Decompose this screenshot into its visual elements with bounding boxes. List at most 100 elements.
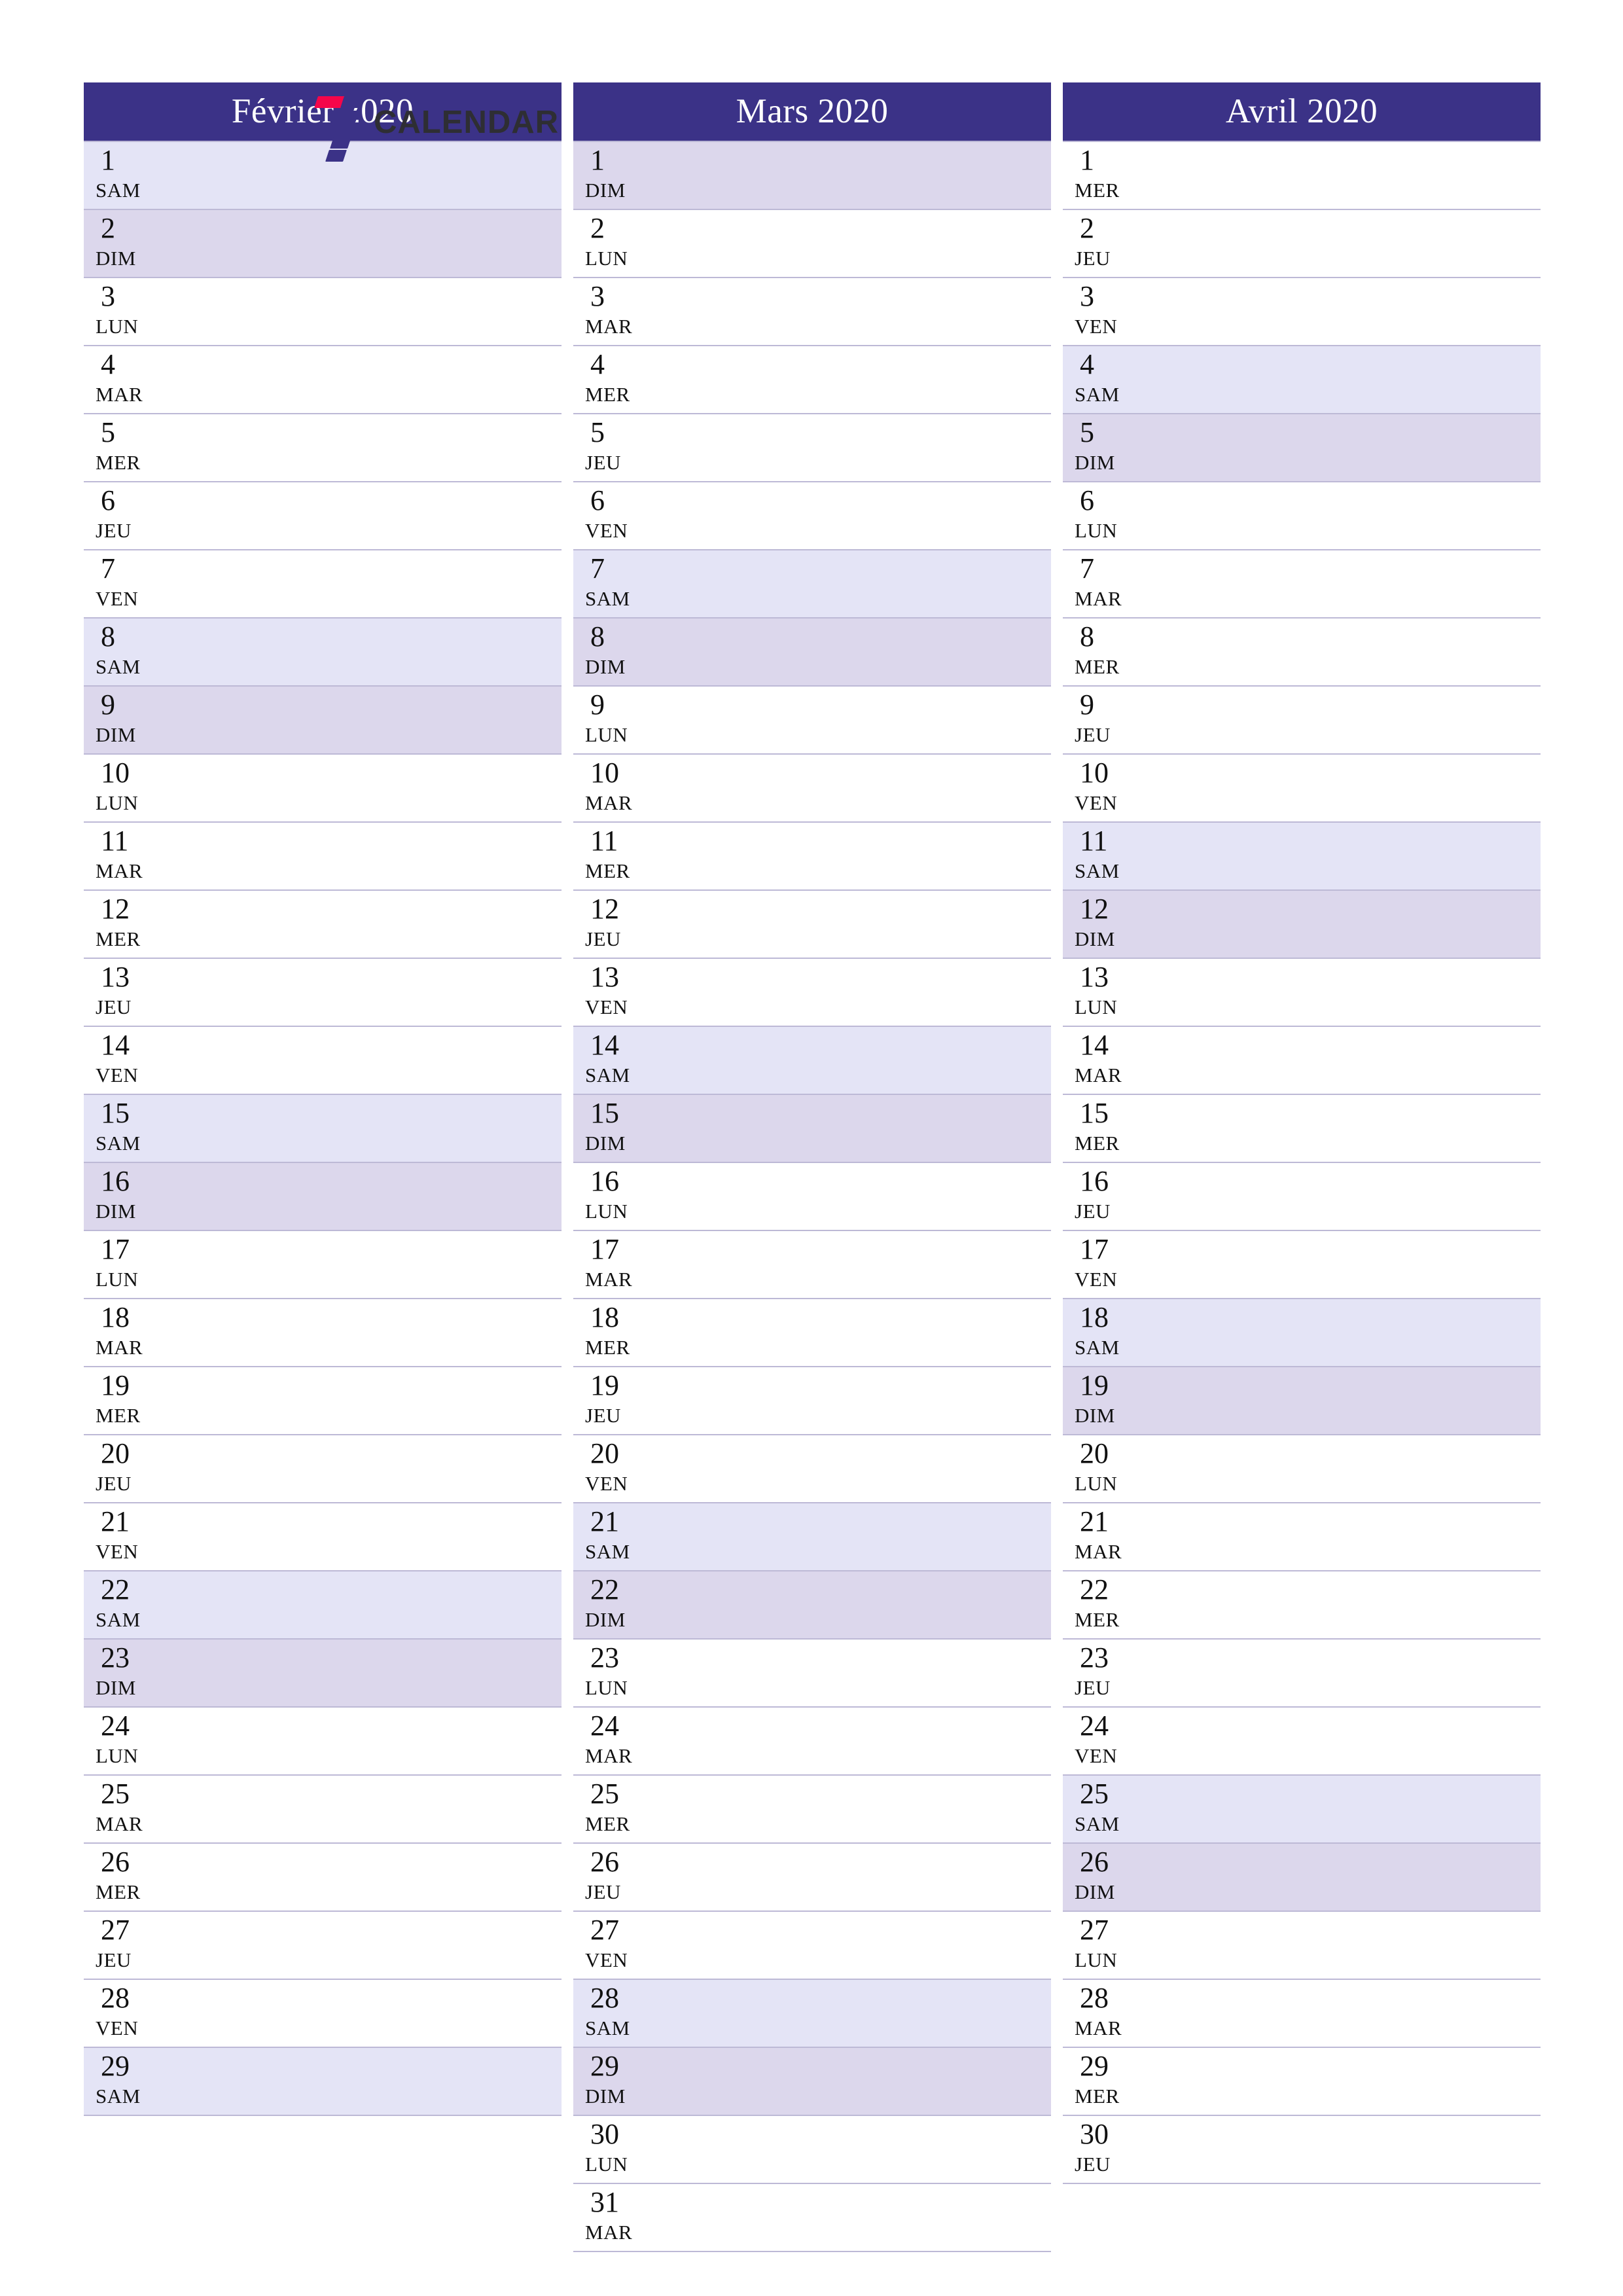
day-row[interactable]: 3 MAR: [573, 278, 1051, 346]
day-row[interactable]: 18 SAM: [1063, 1299, 1541, 1367]
day-number: 26: [101, 1846, 130, 1878]
day-row[interactable]: 21 VEN: [84, 1503, 562, 1571]
day-row[interactable]: 25 SAM: [1063, 1776, 1541, 1844]
day-row[interactable]: 24 VEN: [1063, 1708, 1541, 1776]
day-row[interactable]: 7 SAM: [573, 550, 1051, 619]
day-row[interactable]: 1 SAM: [84, 142, 562, 210]
day-row[interactable]: 26 JEU: [573, 1844, 1051, 1912]
day-row[interactable]: 31 MAR: [573, 2184, 1051, 2252]
day-row[interactable]: 11 SAM: [1063, 823, 1541, 891]
day-row[interactable]: 11 MAR: [84, 823, 562, 891]
day-row[interactable]: 28 VEN: [84, 1980, 562, 2048]
day-row[interactable]: 30 JEU: [1063, 2116, 1541, 2184]
day-row[interactable]: 1 DIM: [573, 142, 1051, 210]
day-row[interactable]: 4 MER: [573, 346, 1051, 414]
day-row[interactable]: 5 MER: [84, 414, 562, 482]
day-row[interactable]: 27 LUN: [1063, 1912, 1541, 1980]
day-row[interactable]: 16 DIM: [84, 1163, 562, 1231]
day-row[interactable]: 2 JEU: [1063, 210, 1541, 278]
day-row[interactable]: 23 LUN: [573, 1640, 1051, 1708]
day-row[interactable]: 19 DIM: [1063, 1367, 1541, 1435]
day-row[interactable]: 10 LUN: [84, 755, 562, 823]
day-row[interactable]: 12 DIM: [1063, 891, 1541, 959]
day-row[interactable]: 22 SAM: [84, 1571, 562, 1640]
day-row[interactable]: 27 VEN: [573, 1912, 1051, 1980]
day-row[interactable]: 23 DIM: [84, 1640, 562, 1708]
day-row[interactable]: 17 VEN: [1063, 1231, 1541, 1299]
day-row[interactable]: 20 JEU: [84, 1435, 562, 1503]
day-row[interactable]: 26 DIM: [1063, 1844, 1541, 1912]
day-row[interactable]: 4 SAM: [1063, 346, 1541, 414]
day-row[interactable]: 5 DIM: [1063, 414, 1541, 482]
day-row[interactable]: 29 MER: [1063, 2048, 1541, 2116]
day-row[interactable]: 30 LUN: [573, 2116, 1051, 2184]
day-row[interactable]: 22 DIM: [573, 1571, 1051, 1640]
day-weekday-abbr: MER: [1075, 1132, 1120, 1155]
day-row[interactable]: 21 SAM: [573, 1503, 1051, 1571]
day-row[interactable]: 16 LUN: [573, 1163, 1051, 1231]
day-row[interactable]: 6 LUN: [1063, 482, 1541, 550]
day-row[interactable]: 18 MER: [573, 1299, 1051, 1367]
day-row[interactable]: 24 MAR: [573, 1708, 1051, 1776]
day-row[interactable]: 28 MAR: [1063, 1980, 1541, 2048]
day-row[interactable]: 8 MER: [1063, 619, 1541, 687]
day-row[interactable]: 9 JEU: [1063, 687, 1541, 755]
day-row[interactable]: 25 MAR: [84, 1776, 562, 1844]
day-weekday-abbr: DIM: [585, 1132, 626, 1155]
day-weekday-abbr: JEU: [96, 519, 132, 542]
day-row[interactable]: 15 MER: [1063, 1095, 1541, 1163]
day-row[interactable]: 3 VEN: [1063, 278, 1541, 346]
day-row[interactable]: 1 MER: [1063, 142, 1541, 210]
day-row[interactable]: 10 MAR: [573, 755, 1051, 823]
day-row[interactable]: 12 MER: [84, 891, 562, 959]
day-row[interactable]: 6 VEN: [573, 482, 1051, 550]
day-row[interactable]: 13 VEN: [573, 959, 1051, 1027]
day-row[interactable]: 2 LUN: [573, 210, 1051, 278]
day-row[interactable]: 26 MER: [84, 1844, 562, 1912]
day-row[interactable]: 29 DIM: [573, 2048, 1051, 2116]
day-row[interactable]: 6 JEU: [84, 482, 562, 550]
day-row[interactable]: 14 VEN: [84, 1027, 562, 1095]
day-row[interactable]: 27 JEU: [84, 1912, 562, 1980]
day-row[interactable]: 28 SAM: [573, 1980, 1051, 2048]
day-row[interactable]: 11 MER: [573, 823, 1051, 891]
day-row[interactable]: 8 SAM: [84, 619, 562, 687]
day-row[interactable]: 29 SAM: [84, 2048, 562, 2116]
day-weekday-abbr: MAR: [585, 791, 633, 814]
day-row[interactable]: 20 LUN: [1063, 1435, 1541, 1503]
day-number: 1: [590, 144, 605, 176]
day-row[interactable]: 19 JEU: [573, 1367, 1051, 1435]
day-row[interactable]: 13 LUN: [1063, 959, 1541, 1027]
day-row[interactable]: 12 JEU: [573, 891, 1051, 959]
day-row[interactable]: 7 MAR: [1063, 550, 1541, 619]
day-number: 29: [590, 2050, 619, 2082]
day-row[interactable]: 16 JEU: [1063, 1163, 1541, 1231]
day-row[interactable]: 17 MAR: [573, 1231, 1051, 1299]
day-row[interactable]: 4 MAR: [84, 346, 562, 414]
day-row[interactable]: 8 DIM: [573, 619, 1051, 687]
day-row[interactable]: 13 JEU: [84, 959, 562, 1027]
day-row[interactable]: 5 JEU: [573, 414, 1051, 482]
day-row[interactable]: 20 VEN: [573, 1435, 1051, 1503]
day-row[interactable]: 15 DIM: [573, 1095, 1051, 1163]
day-row[interactable]: 25 MER: [573, 1776, 1051, 1844]
day-row[interactable]: 21 MAR: [1063, 1503, 1541, 1571]
day-row[interactable]: 22 MER: [1063, 1571, 1541, 1640]
day-row[interactable]: 23 JEU: [1063, 1640, 1541, 1708]
day-row[interactable]: 14 MAR: [1063, 1027, 1541, 1095]
day-number: 19: [101, 1369, 130, 1401]
day-row[interactable]: 18 MAR: [84, 1299, 562, 1367]
day-row[interactable]: 2 DIM: [84, 210, 562, 278]
day-row[interactable]: 9 LUN: [573, 687, 1051, 755]
day-row[interactable]: 10 VEN: [1063, 755, 1541, 823]
day-row[interactable]: 19 MER: [84, 1367, 562, 1435]
day-row[interactable]: 17 LUN: [84, 1231, 562, 1299]
day-row[interactable]: 14 SAM: [573, 1027, 1051, 1095]
day-row[interactable]: 7 VEN: [84, 550, 562, 619]
day-weekday-abbr: DIM: [585, 179, 626, 202]
day-weekday-abbr: SAM: [96, 1608, 141, 1631]
day-row[interactable]: 15 SAM: [84, 1095, 562, 1163]
day-row[interactable]: 24 LUN: [84, 1708, 562, 1776]
day-row[interactable]: 9 DIM: [84, 687, 562, 755]
day-row[interactable]: 3 LUN: [84, 278, 562, 346]
